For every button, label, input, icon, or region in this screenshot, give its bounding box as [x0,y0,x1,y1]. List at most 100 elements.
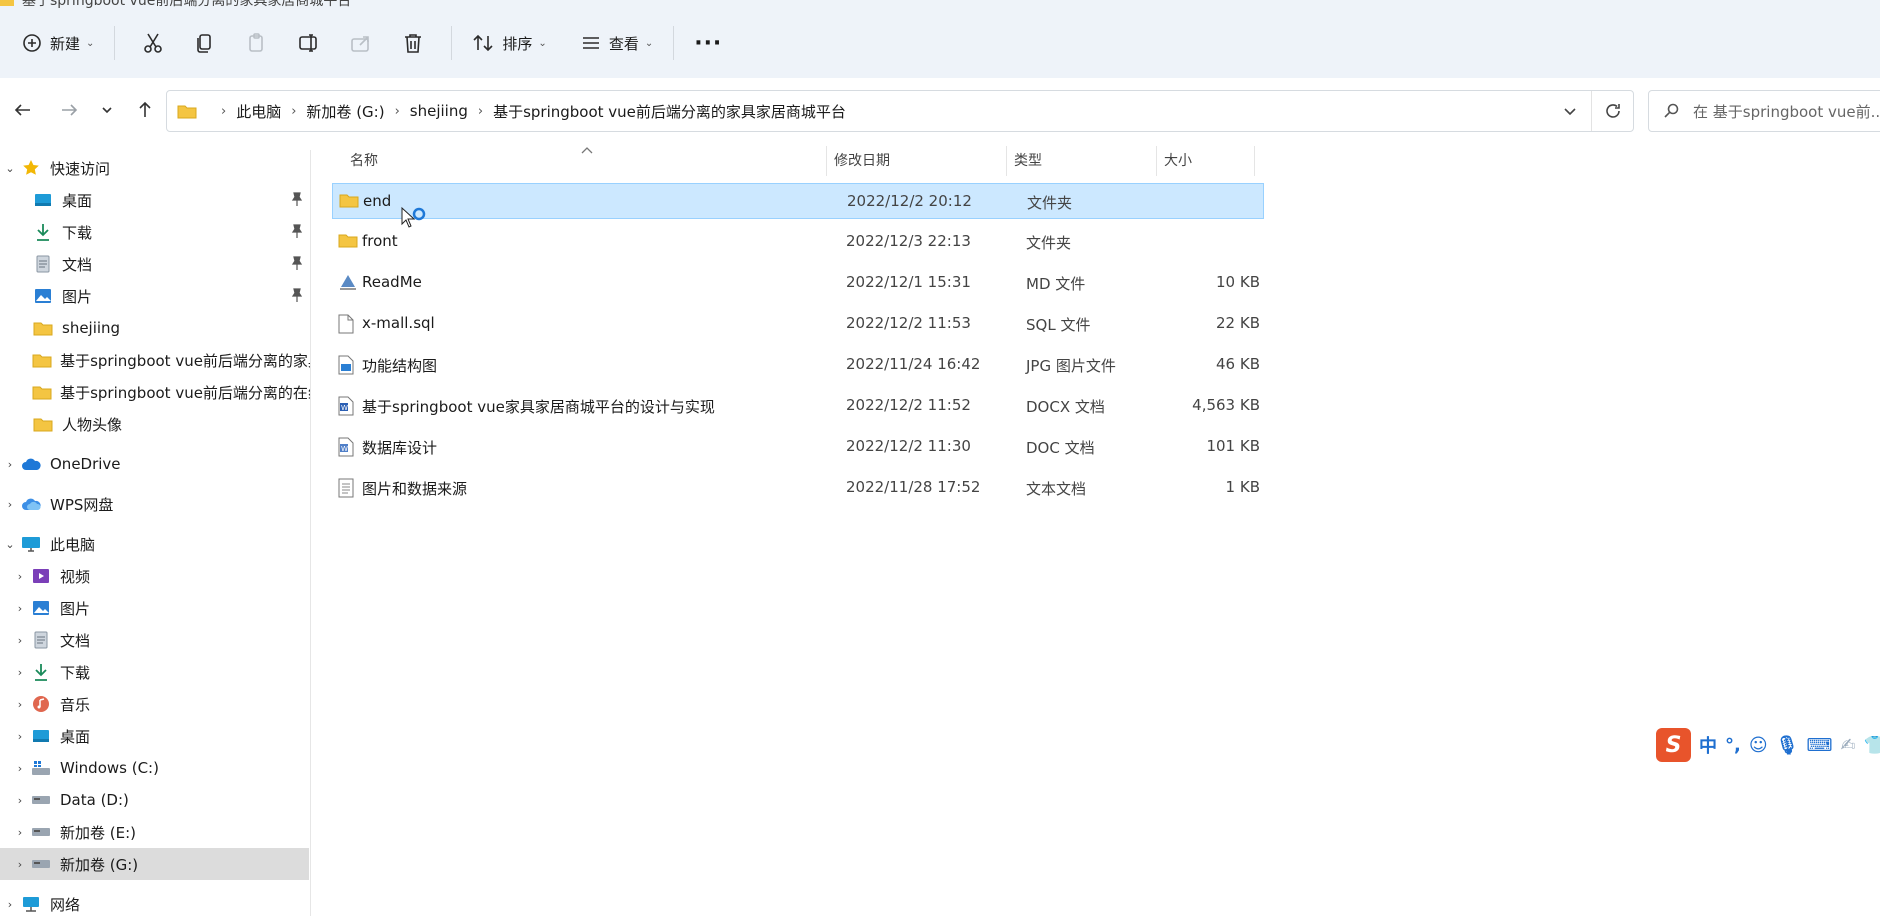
pin-icon[interactable] [291,288,303,306]
chevron-right-icon[interactable]: › [10,634,30,647]
sidebar-item-shejiing[interactable]: shejiing [0,312,310,344]
recent-locations-button[interactable] [92,90,122,130]
copy-button[interactable] [179,23,231,63]
sidebar-network[interactable]: › 网络 [0,888,310,916]
file-row[interactable]: W 数据库设计 2022/12/2 11:30 DOC 文档 101 KB [332,429,1264,465]
sidebar-item-label: shejiing [62,319,121,337]
sidebar-item-drive-c[interactable]: › Windows (C:) [0,752,310,784]
column-divider[interactable] [826,146,827,176]
pin-icon[interactable] [291,224,303,242]
pin-icon[interactable] [291,256,303,274]
column-divider[interactable] [1254,146,1255,176]
chevron-right-icon[interactable]: › [0,498,20,511]
file-row[interactable]: ReadMe 2022/12/1 15:31 MD 文件 10 KB [332,265,1264,301]
more-options-button[interactable]: ··· [686,23,730,63]
sidebar-item-drive-e[interactable]: › 新加卷 (E:) [0,816,310,848]
chevron-right-icon[interactable]: › [10,762,30,775]
ime-mode-toggle[interactable]: 中 [1699,732,1717,758]
title-bar: 基于springboot vue前后端分离的家具家居商城平台 [0,0,1880,8]
sidebar-item-pc-documents[interactable]: › 文档 [0,624,310,656]
keyboard-icon[interactable]: ⌨ [1807,735,1833,756]
refresh-button[interactable] [1591,91,1633,131]
breadcrumb-sep: › [221,103,227,119]
breadcrumb-shejiing[interactable]: shejiing [410,102,468,120]
sidebar-item-desktop[interactable]: 桌面 [0,184,310,216]
file-name: x-mall.sql [362,314,435,332]
file-row[interactable]: x-mall.sql 2022/12/2 11:53 SQL 文件 22 KB [332,306,1264,342]
sidebar-wps-drive[interactable]: › WPS网盘 [0,488,310,520]
up-button[interactable] [122,90,168,130]
file-size: 4,563 KB [1192,396,1260,414]
chevron-right-icon[interactable]: › [10,666,30,679]
command-toolbar: 新建 ⌄ 排序 ⌄ 查看 ⌄ ··· [0,8,1880,78]
pin-icon[interactable] [291,192,303,210]
sidebar-item-pictures[interactable]: 图片 [0,280,310,312]
column-type[interactable]: 类型 [1014,150,1042,170]
sort-button[interactable]: 排序 ⌄ [464,23,554,63]
rename-button[interactable] [283,23,335,63]
chevron-down-icon[interactable]: ⌄ [0,162,20,175]
chevron-right-icon[interactable]: › [10,570,30,583]
sidebar-item-project-online[interactable]: 基于springboot vue前后端分离的在线 [0,376,310,408]
breadcrumb-this-pc[interactable]: 此电脑 [236,101,281,122]
breadcrumb-drive-g[interactable]: 新加卷 (G:) [306,101,384,122]
file-row[interactable]: 功能结构图 2022/11/24 16:42 JPG 图片文件 46 KB [332,347,1264,383]
sidebar-item-downloads[interactable]: 下载 [0,216,310,248]
address-history-button[interactable] [1549,91,1591,131]
chevron-right-icon[interactable]: › [10,826,30,839]
ime-punctuation-toggle[interactable]: °, [1725,735,1741,756]
chevron-right-icon[interactable]: › [10,602,30,615]
chevron-right-icon[interactable]: › [10,730,30,743]
sidebar-item-videos[interactable]: › 视频 [0,560,310,592]
navigation-pane: ⌄ 快速访问 桌面 下载 文档 图片 shejiing 基于springboot… [0,150,311,916]
forward-button[interactable] [46,90,92,130]
file-row[interactable]: end 2022/12/2 20:12 文件夹 [332,183,1264,219]
sidebar-onedrive[interactable]: › OneDrive [0,448,310,480]
handwriting-icon[interactable]: ✍ [1840,735,1855,756]
emoji-icon[interactable]: ☺ [1749,735,1768,756]
column-name[interactable]: 名称 [350,150,378,170]
sidebar-item-avatars[interactable]: 人物头像 [0,408,310,440]
sidebar-item-documents[interactable]: 文档 [0,248,310,280]
sidebar-item-music[interactable]: › 音乐 [0,688,310,720]
sidebar-item-pc-pictures[interactable]: › 图片 [0,592,310,624]
column-date[interactable]: 修改日期 [834,150,890,170]
delete-button[interactable] [387,23,439,63]
sidebar-this-pc[interactable]: ⌄ 此电脑 [0,528,310,560]
sidebar-item-drive-d[interactable]: › Data (D:) [0,784,310,816]
share-button[interactable] [335,23,387,63]
paste-button[interactable] [231,23,283,63]
sidebar-item-drive-g[interactable]: › 新加卷 (G:) [0,848,309,880]
sidebar-quick-access[interactable]: ⌄ 快速访问 [0,152,310,184]
sogou-logo-icon[interactable]: S [1656,728,1692,762]
sidebar-item-label: 新加卷 (E:) [60,823,137,842]
chevron-right-icon[interactable]: › [10,698,30,711]
sidebar-item-pc-downloads[interactable]: › 下载 [0,656,310,688]
file-row[interactable]: 图片和数据来源 2022/11/28 17:52 文本文档 1 KB [332,470,1264,506]
skin-icon[interactable]: 👕 [1864,735,1880,756]
microphone-icon[interactable]: 🎙 [1776,735,1799,756]
sidebar-item-pc-desktop[interactable]: › 桌面 [0,720,310,752]
file-type: DOC 文档 [1026,439,1095,457]
breadcrumb-current-folder[interactable]: 基于springboot vue前后端分离的家具家居商城平台 [493,101,846,122]
new-button[interactable]: 新建 ⌄ [14,23,102,63]
chevron-right-icon[interactable]: › [10,858,30,871]
chevron-right-icon[interactable]: › [10,794,30,807]
sidebar-item-project-furniture[interactable]: 基于springboot vue前后端分离的家具 [0,344,310,376]
address-bar[interactable]: › 此电脑 › 新加卷 (G:) › shejiing › 基于springbo… [166,90,1634,132]
sidebar-item-label: WPS网盘 [50,495,114,514]
back-button[interactable] [0,90,46,130]
view-button[interactable]: 查看 ⌄ [573,23,661,63]
file-row[interactable]: W 基于springboot vue家具家居商城平台的设计与实现 2022/12… [332,388,1264,424]
chevron-right-icon[interactable]: › [0,898,20,911]
search-input[interactable]: 在 基于springboot vue前... [1648,90,1880,132]
sidebar-item-label: 网络 [50,895,81,914]
cut-button[interactable] [127,23,179,63]
chevron-down-icon[interactable]: ⌄ [0,538,20,551]
column-divider[interactable] [1156,146,1157,176]
column-divider[interactable] [1006,146,1007,176]
column-size[interactable]: 大小 [1164,150,1192,170]
sort-icon [473,34,493,52]
file-row[interactable]: front 2022/12/3 22:13 文件夹 [332,224,1264,260]
chevron-right-icon[interactable]: › [0,458,20,471]
